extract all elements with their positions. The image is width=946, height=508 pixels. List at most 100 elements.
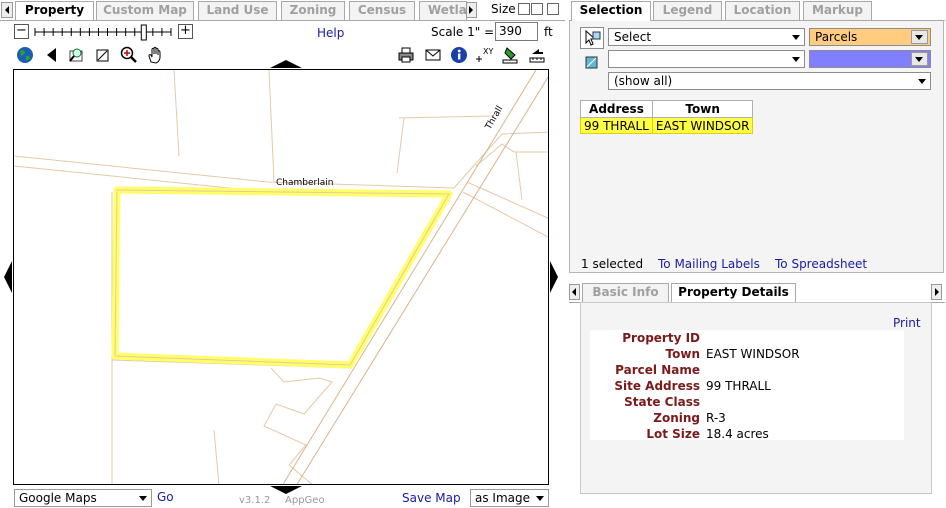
tabs-scroll-right-button[interactable] [466,2,477,18]
back-arrow-icon[interactable] [43,45,63,65]
chevron-down-icon [139,496,147,501]
pan-west-arrow[interactable] [3,261,13,293]
tab-zoning[interactable]: Zoning [281,1,345,20]
email-icon[interactable] [423,45,443,65]
selected-count: 1 selected [581,257,644,271]
pan-north-arrow[interactable] [270,59,302,69]
cell-town: EAST WINDSOR [651,117,754,134]
column-header-address[interactable]: Address [580,100,653,118]
tab-wetlands[interactable]: Wetla [419,1,467,20]
parcel-lines [14,70,548,484]
scale-unit: ft [544,25,553,39]
pan-east-arrow[interactable] [550,261,560,293]
target-layer-select[interactable] [608,50,805,68]
vendor-label: AppGeo [285,495,325,506]
field-label-lot-size: Lot Size [646,427,700,441]
field-label-zoning: Zoning [653,411,700,425]
chevron-left-icon [5,6,9,14]
map-view[interactable]: Thrall Chamberlain [13,69,549,485]
help-link[interactable]: Help [317,26,344,40]
print-icon[interactable] [396,45,416,65]
filter-value: (show all) [614,74,673,88]
field-value-zoning: R-3 [706,411,726,425]
road-label-thrall: Thrall [483,104,505,132]
size-large-checkbox[interactable] [547,3,559,15]
version-label: v3.1.2 [239,495,271,506]
globe-icon[interactable] [15,45,35,65]
cell-address: 99 THRALL [580,117,653,134]
mailing-labels-link[interactable]: To Mailing Labels [658,257,760,271]
chevron-right-icon [935,288,939,296]
select-tool-button[interactable] [580,27,604,49]
details-scroll-left-button[interactable] [569,284,580,300]
column-header-town[interactable]: Town [651,100,754,118]
selection-mode-value: Select [614,30,652,44]
selection-results-table: Address Town 99 THRALL EAST WINDSOR [580,100,754,134]
save-format-value: as Image [475,491,531,505]
info-icon[interactable] [449,45,469,65]
zoom-in-button[interactable]: + [178,24,193,39]
field-value-site-address: 99 THRALL [706,379,771,393]
tab-selection[interactable]: Selection [571,1,651,21]
tab-property-details[interactable]: Property Details [671,283,796,303]
select-arrow-icon [585,29,601,46]
pan-hand-icon[interactable] [145,45,165,65]
filter-select[interactable]: (show all) [608,72,931,90]
basemap-select[interactable]: Google Maps [14,489,152,507]
size-medium-checkbox[interactable] [531,3,543,15]
tab-land-use[interactable]: Land Use [198,1,277,20]
pan-south-arrow[interactable] [270,486,302,495]
tab-divider [0,20,565,21]
zoom-slider[interactable] [33,24,173,41]
selection-layer-value: Parcels [815,30,858,44]
print-link[interactable]: Print [893,316,921,330]
save-map-link[interactable]: Save Map [402,491,461,505]
tab-custom-map[interactable]: Custom Map [96,1,194,20]
tab-property[interactable]: Property [15,1,94,21]
field-label-state-class: State Class [624,395,700,409]
chevron-down-icon [536,496,544,501]
chevron-left-icon [572,288,576,296]
parcel-map[interactable]: Thrall Chamberlain [14,70,549,485]
chevron-down-icon [911,52,928,66]
field-label-site-address: Site Address [614,379,700,393]
measure-icon[interactable] [527,45,547,65]
save-format-select[interactable]: as Image [470,489,549,507]
field-value-town: EAST WINDSOR [706,347,800,361]
thrall-road [282,70,548,484]
zoom-extent-icon[interactable] [66,45,86,65]
zoom-in-icon[interactable] [118,45,138,65]
selection-layer-select[interactable]: Parcels [809,28,931,46]
tab-location[interactable]: Location [725,1,800,20]
tabs-scroll-left-button[interactable] [1,2,13,18]
target-color-select[interactable] [809,50,931,68]
basemap-value: Google Maps [19,491,97,505]
tab-basic-info[interactable]: Basic Info [582,283,669,302]
details-scroll-right-button[interactable] [931,284,942,300]
xy-coordinates-icon[interactable]: XY [474,45,494,65]
selected-parcel-highlight[interactable] [111,186,453,369]
size-small-checkbox[interactable] [518,3,530,15]
tab-census[interactable]: Census [349,1,415,20]
map-panel: Property Custom Map Land Use Zoning Cens… [0,0,565,508]
selection-mode-select[interactable]: Select [608,28,805,46]
tab-markup[interactable]: Markup [803,1,872,20]
field-label-town: Town [665,347,700,361]
size-label: Size [491,2,516,16]
chevron-right-icon [469,6,473,14]
road-label-chamberlain: Chamberlain [276,178,333,188]
chevron-down-icon [792,57,800,62]
tab-legend[interactable]: Legend [653,1,722,20]
xy-label: XY [483,47,493,56]
slider-thumb[interactable] [140,24,147,41]
scale-input[interactable]: 390 [495,22,538,41]
spreadsheet-link[interactable]: To Spreadsheet [775,257,867,271]
clear-highlight-icon[interactable] [500,45,520,65]
zoom-box-icon[interactable] [93,45,113,65]
chevron-down-icon [792,35,800,40]
zoom-out-button[interactable]: − [14,24,29,39]
basemap-go-link[interactable]: Go [157,490,174,504]
select-layer-icon[interactable] [584,54,600,70]
table-row[interactable]: 99 THRALL EAST WINDSOR [580,117,754,134]
chevron-down-icon [911,30,928,44]
